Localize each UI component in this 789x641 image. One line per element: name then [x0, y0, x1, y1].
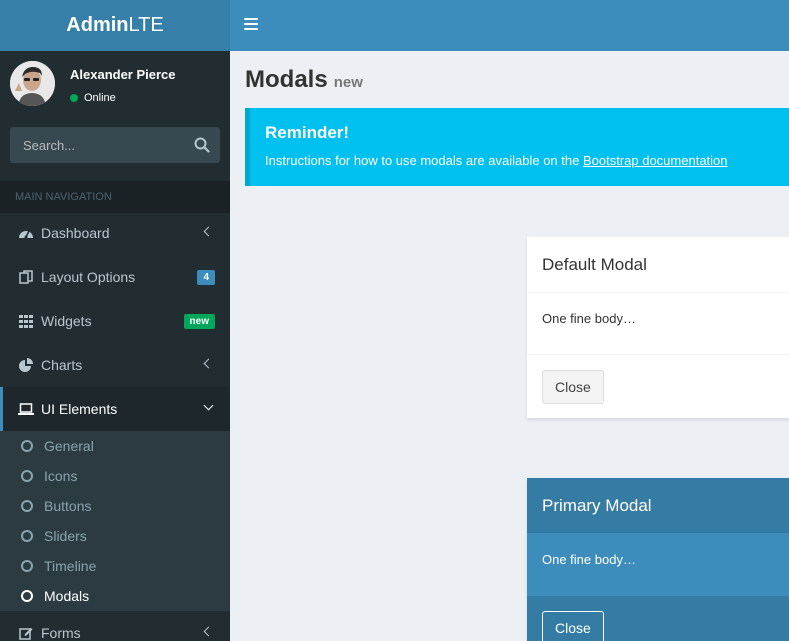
user-name: Alexander Pierce — [70, 67, 176, 82]
page-title: Modals new — [245, 66, 363, 94]
bootstrap-docs-link[interactable]: Bootstrap documentation — [583, 153, 728, 168]
new-badge: new — [183, 314, 215, 329]
submenu-item-label: Buttons — [44, 498, 92, 514]
avatar — [10, 61, 55, 106]
sidebar-item-layout-options[interactable]: Layout Options 4 — [0, 255, 230, 299]
submenu-item-label: Timeline — [44, 558, 97, 574]
top-navbar — [230, 0, 789, 51]
submenu-item-buttons[interactable]: Buttons — [0, 491, 230, 521]
sidebar-item-ui-elements[interactable]: UI Elements — [0, 387, 230, 431]
user-status-label: Online — [84, 92, 116, 104]
dashboard-icon — [17, 226, 35, 240]
sidebar-item-charts[interactable]: Charts — [0, 343, 230, 387]
modal-footer: Close — [527, 354, 789, 418]
modal-body: One fine body… — [542, 311, 636, 326]
callout-title: Reminder! — [265, 123, 350, 142]
modal-footer: Close — [527, 595, 789, 641]
modal-title: Primary Modal — [527, 478, 789, 534]
modal-body: One fine body… — [527, 534, 789, 595]
submenu-item-timeline[interactable]: Timeline — [0, 551, 230, 581]
page-subtitle: new — [333, 74, 363, 91]
count-badge: 4 — [197, 270, 215, 285]
user-panel: Alexander Pierce Online — [0, 51, 230, 119]
sidebar-toggle-icon[interactable] — [244, 18, 258, 30]
nav-header: MAIN NAVIGATION — [0, 181, 230, 213]
submenu-item-general[interactable]: General — [0, 431, 230, 461]
close-button[interactable]: Close — [542, 370, 604, 404]
primary-modal: Primary Modal One fine body… Close — [527, 478, 789, 641]
sidebar-menu: Dashboard Layout Options 4 Widgets new C… — [0, 211, 230, 641]
submenu-item-label: Sliders — [44, 528, 87, 544]
search-input[interactable] — [10, 127, 180, 163]
close-button[interactable]: Close — [542, 611, 604, 641]
logo-bold: Admin — [66, 14, 129, 36]
logo-rest: LTE — [128, 14, 164, 36]
edit-icon — [17, 626, 35, 640]
grid-icon — [17, 314, 35, 328]
submenu-item-label: Icons — [44, 468, 78, 484]
sidebar: Alexander Pierce Online MAIN NAVIGATION … — [0, 51, 230, 641]
page-title-text: Modals — [245, 66, 328, 93]
callout-text: Instructions for how to use modals are a… — [265, 153, 774, 168]
search-icon[interactable] — [194, 137, 210, 153]
circle-icon — [21, 440, 33, 452]
circle-icon — [21, 500, 33, 512]
submenu-item-icons[interactable]: Icons — [0, 461, 230, 491]
sidebar-item-dashboard[interactable]: Dashboard — [0, 211, 230, 255]
sidebar-search — [10, 127, 220, 163]
circle-icon — [21, 560, 33, 572]
circle-icon — [21, 530, 33, 542]
submenu-item-label: General — [44, 438, 94, 454]
sidebar-item-widgets[interactable]: Widgets new — [0, 299, 230, 343]
files-icon — [17, 270, 35, 284]
user-status[interactable]: Online — [70, 92, 116, 104]
submenu-item-sliders[interactable]: Sliders — [0, 521, 230, 551]
laptop-icon — [17, 402, 35, 416]
sidebar-item-label: Forms — [41, 625, 81, 641]
circle-icon — [21, 590, 33, 602]
logo[interactable]: Admin LTE — [0, 0, 230, 51]
sidebar-item-label: Dashboard — [41, 225, 110, 241]
pie-chart-icon — [17, 358, 35, 372]
modal-title: Default Modal — [527, 237, 789, 293]
sidebar-item-forms[interactable]: Forms — [0, 611, 230, 641]
submenu-item-modals[interactable]: Modals — [0, 581, 230, 611]
sidebar-item-label: Charts — [41, 357, 83, 373]
online-status-icon — [70, 94, 78, 102]
sidebar-item-label: UI Elements — [41, 401, 118, 417]
callout-text-body: Instructions for how to use modals are a… — [265, 153, 583, 168]
circle-icon — [21, 470, 33, 482]
submenu-item-label: Modals — [44, 588, 90, 604]
ui-elements-submenu: General Icons Buttons Sliders Timeline M… — [0, 431, 230, 611]
info-callout: Reminder! Instructions for how to use mo… — [245, 108, 789, 186]
default-modal: Default Modal One fine body… Close — [527, 237, 789, 418]
